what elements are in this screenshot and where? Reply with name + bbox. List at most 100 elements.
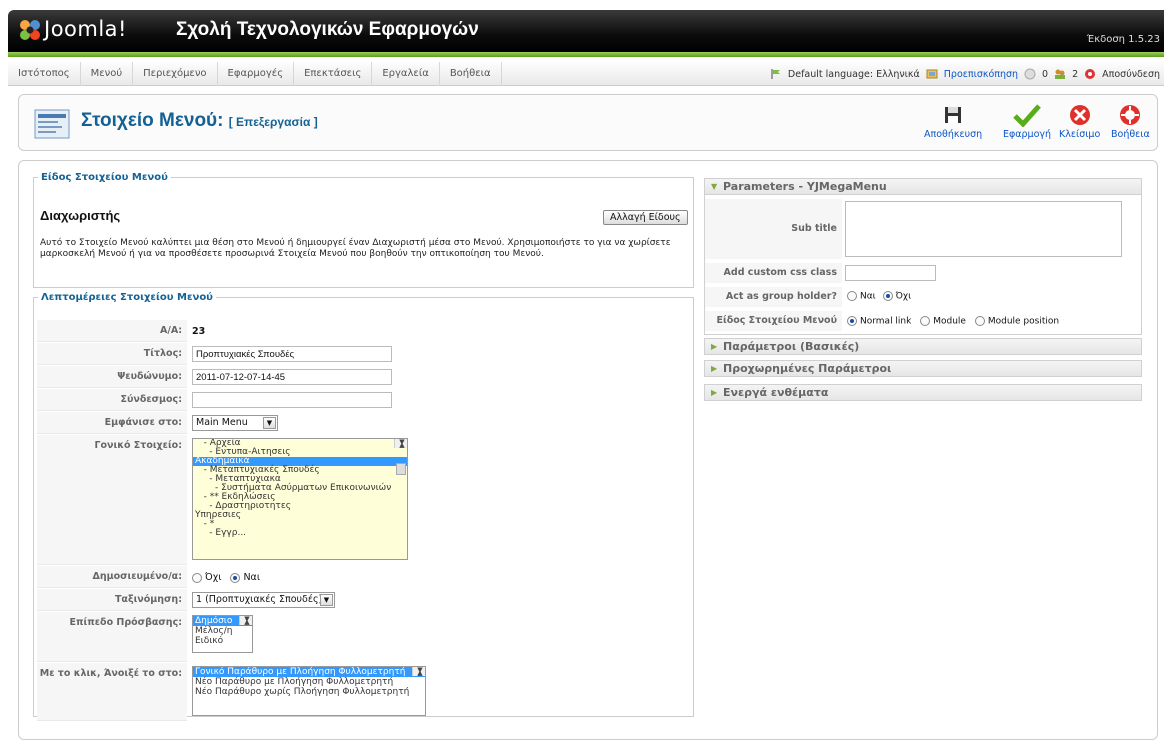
display-in-select[interactable]: Main Menu ▼: [192, 415, 278, 431]
onclick-scrollbar[interactable]: ▲ ▼: [412, 667, 425, 677]
scroll-thumb[interactable]: [396, 463, 406, 475]
subtitle-textarea[interactable]: [845, 201, 1122, 257]
preview-link[interactable]: Προεπισκόπηση: [944, 69, 1018, 80]
save-icon: [945, 107, 962, 123]
apply-button[interactable]: Εφαρμογή: [1003, 103, 1051, 140]
list-item[interactable]: - Εγγρ...: [193, 529, 407, 538]
advanced-params-header[interactable]: ▶ Προχωρημένες Παράμετροι: [704, 360, 1142, 377]
published-options: Όχι Ναι: [192, 572, 260, 583]
advanced-params-title: Προχωρημένες Παράμετροι: [723, 362, 892, 375]
list-item-selected[interactable]: Γονικό Παράθυρο με Πλοήγηση Φυλλομετρητή: [193, 667, 425, 677]
save-button[interactable]: Αποθήκευση: [924, 103, 982, 140]
close-label: Κλείσιμο: [1059, 129, 1101, 140]
access-label: Επίπεδο Πρόσβασης:: [37, 612, 187, 662]
group-yes-label: Όχι: [895, 291, 912, 302]
alias-input[interactable]: [192, 369, 392, 385]
menu-item-type-name: Διαχωριστής: [40, 208, 121, 223]
custom-css-input[interactable]: [845, 265, 936, 281]
title-label: Τίτλος:: [37, 343, 187, 365]
normal-link-radio[interactable]: [847, 316, 857, 326]
parent-label: Γονικό Στοιχείο:: [37, 435, 187, 565]
display-in-label: Εμφάνισε στο:: [37, 412, 187, 434]
group-holder-options: Ναι Όχι: [847, 291, 911, 302]
version-label: Έκδοση 1.5.23: [1086, 34, 1160, 45]
link-label: Σύνδεσμος:: [37, 389, 187, 411]
onclick-label: Με το κλικ, Άνοιξέ το στο:: [37, 663, 187, 721]
triangle-right-icon: ▶: [711, 342, 718, 351]
header-bar: Joomla! Σχολή Τεχνολογικών Εφαρμογών Έκδ…: [0, 0, 1164, 57]
parent-scrollbar[interactable]: ▲ ▼: [394, 439, 407, 475]
apply-label: Εφαρμογή: [1003, 129, 1052, 140]
display-in-value: Main Menu: [196, 417, 248, 428]
module-position-radio[interactable]: [974, 316, 985, 326]
menu-menus[interactable]: Μενού: [81, 62, 134, 86]
save-label: Αποθήκευση: [924, 129, 983, 140]
module-radio[interactable]: [920, 316, 931, 326]
logout-link[interactable]: Αποσύνδεση: [1102, 69, 1160, 80]
published-no-label: Όχι: [205, 572, 222, 583]
parent-row: Γονικό Στοιχείο: - Αρχεία - Εντυπα-Αιτησ…: [37, 435, 689, 565]
components-title: Ενεργά ενθέματα: [723, 386, 829, 399]
menu-item-type-legend: Είδος Στοιχείου Μενού: [41, 172, 168, 183]
list-item[interactable]: Υπηρεσιες: [193, 511, 407, 520]
scroll-down-icon[interactable]: ▼: [395, 439, 407, 448]
list-item[interactable]: Νέο Παράθυρο χωρίς Πλοήγηση Φυλλομετρητή: [193, 687, 425, 697]
preview-icon: [926, 69, 938, 79]
parent-listbox[interactable]: - Αρχεία - Εντυπα-Αιτησεις Ακαδημαϊκά - …: [192, 438, 408, 560]
id-label: Α/Α:: [37, 320, 187, 342]
order-select[interactable]: 1 (Προπτυχιακές Σπουδές) ▼: [192, 592, 335, 608]
group-holder-label: Act as group holder?: [705, 287, 842, 307]
published-yes-label: Ναι: [243, 572, 261, 583]
users-count[interactable]: 2: [1072, 69, 1078, 80]
title-input[interactable]: [192, 346, 392, 362]
page-title-sub: [ Επεξεργασία ]: [228, 115, 318, 129]
menu-content[interactable]: Περιεχόμενο: [133, 62, 218, 86]
normal-link-label: Normal link: [860, 316, 912, 327]
list-item[interactable]: Νέο Παράθυρο με Πλοήγηση Φυλλομετρητή: [193, 677, 425, 687]
change-type-button[interactable]: Αλλαγή Είδους: [603, 210, 688, 225]
menu-site[interactable]: Ιστότοπος: [8, 62, 81, 86]
chevron-down-icon: ▼: [320, 594, 333, 606]
messages-count[interactable]: 0: [1042, 69, 1048, 80]
header-accent-strip: [8, 52, 1164, 57]
scroll-down-icon[interactable]: ▼: [240, 616, 252, 625]
help-label: Βοήθεια: [1111, 129, 1150, 140]
basic-params-header[interactable]: ▶ Παράμετροι (Βασικές): [704, 338, 1142, 355]
group-no-label: Ναι: [860, 291, 876, 302]
item-type-options: Normal link Module Module position: [847, 316, 1059, 327]
language-flag-icon: [771, 69, 780, 79]
onclick-listbox[interactable]: Γονικό Παράθυρο με Πλοήγηση Φυλλομετρητή…: [192, 666, 426, 716]
group-yes-radio[interactable]: [882, 291, 893, 301]
order-row: Ταξινόμηση: 1 (Προπτυχιακές Σπουδές) ▼: [37, 589, 689, 611]
menu-extensions[interactable]: Επεκτάσεις: [294, 62, 373, 86]
published-no-radio[interactable]: [192, 572, 202, 583]
custom-css-label: Add custom css class: [705, 263, 842, 283]
triangle-right-icon: ▶: [711, 364, 718, 373]
menu-item-page-icon: [34, 109, 70, 139]
menu-components[interactable]: Εφαρμογές: [218, 62, 295, 86]
scroll-down-icon[interactable]: ▼: [413, 667, 425, 676]
menu-item-details-legend: Λεπτομέρειες Στοιχείου Μενού: [41, 292, 213, 303]
triangle-right-icon: ▶: [711, 388, 718, 397]
yjmegamenu-panel-header[interactable]: ▼ Parameters - YJMegaMenu: [704, 178, 1142, 195]
access-listbox[interactable]: Δημόσιο Μέλος/η Ειδικό ▲ ▼: [192, 615, 253, 653]
menu-help[interactable]: Βοήθεια: [440, 62, 502, 86]
order-label: Ταξινόμηση:: [37, 589, 187, 611]
chevron-down-icon: ▼: [263, 417, 276, 429]
triangle-down-icon: ▼: [711, 182, 718, 191]
logout-icon: [1085, 69, 1096, 79]
help-button[interactable]: Βοήθεια: [1111, 103, 1150, 140]
order-value: 1 (Προπτυχιακές Σπουδές): [196, 594, 323, 605]
joomla-logo-text: Joomla!: [44, 17, 127, 41]
close-button[interactable]: Κλείσιμο: [1059, 103, 1100, 140]
admin-menu-bar: Ιστότοπος Μενού Περιεχόμενο Εφαρμογές Επ…: [8, 62, 1164, 86]
components-header[interactable]: ▶ Ενεργά ενθέματα: [704, 384, 1142, 401]
menu-tools[interactable]: Εργαλεία: [372, 62, 440, 86]
published-row: Δημοσιευμένο/α: Όχι Ναι: [37, 566, 689, 588]
published-yes-radio[interactable]: [230, 572, 241, 583]
item-type-label: Είδος Στοιχείου Μενού: [705, 311, 842, 331]
link-input[interactable]: [192, 392, 392, 408]
id-row: Α/Α: 23: [37, 320, 689, 342]
access-scrollbar[interactable]: ▲ ▼: [239, 616, 252, 626]
group-no-radio[interactable]: [847, 291, 857, 301]
